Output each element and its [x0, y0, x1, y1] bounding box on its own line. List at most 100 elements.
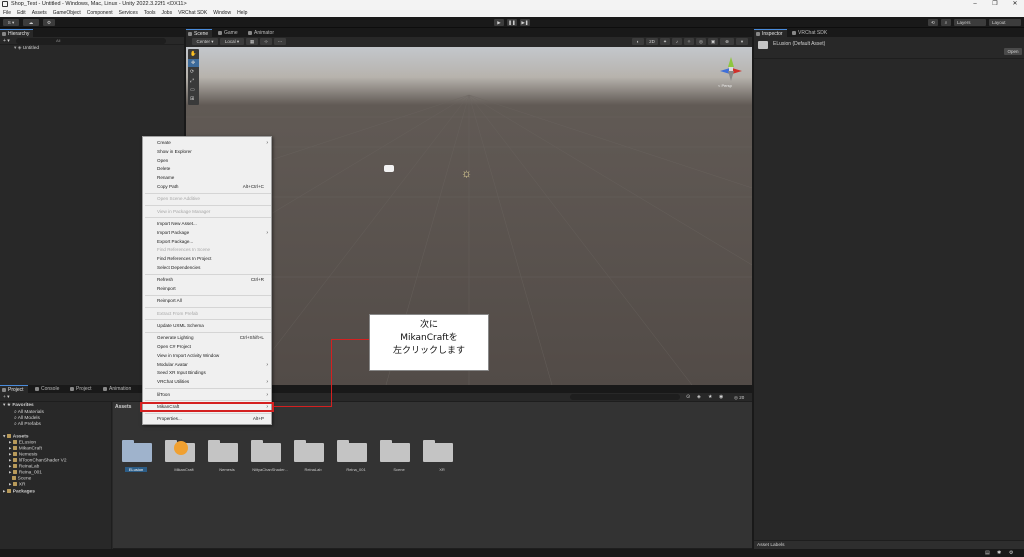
add-icon[interactable]: + ▾ [3, 38, 10, 44]
tree-folder-scene[interactable]: Scene [9, 476, 31, 481]
shading-mode-icon[interactable]: ◐ [632, 38, 644, 45]
menu-item-select-dependencies[interactable]: Select Dependencies [143, 264, 273, 272]
tree-folder-mikancraft[interactable]: ▸ MikanCraft [9, 446, 42, 451]
menu-item-view-in-import-activity-window[interactable]: View in Import Activity Window [143, 352, 273, 360]
pivot-dropdown[interactable]: Center ▾ [192, 38, 218, 45]
asset-folder-mikancraft[interactable]: MikanCraft [156, 437, 195, 479]
layout-dropdown[interactable]: Layout [989, 19, 1021, 26]
lighting-icon[interactable]: ✦ [660, 38, 670, 45]
menu-item-generate-lighting[interactable]: Generate Lighting Ctrl+Shift+L [143, 334, 273, 342]
hierarchy-scene-item[interactable]: ▾ ◈ Untitled [14, 46, 39, 51]
tab-console[interactable]: Console [33, 385, 63, 393]
history-icon[interactable]: ⟲ [928, 19, 938, 26]
menu-tools[interactable]: Tools [144, 10, 156, 16]
tab-animation[interactable]: Animation [101, 385, 135, 393]
search-icon[interactable]: ⌕ [941, 19, 951, 26]
hidden-packages-icon[interactable]: ◉ [719, 394, 723, 400]
menu-item-import-package[interactable]: Import Package › [143, 229, 273, 237]
hand-tool-icon[interactable]: ✋ [190, 51, 196, 57]
hidden-objects-icon[interactable]: ◎ [696, 38, 706, 45]
menu-item-reimport-all[interactable]: Reimport All [143, 297, 273, 305]
menu-services[interactable]: Services [119, 10, 138, 16]
gizmos-icon[interactable]: ⊕ [720, 38, 734, 45]
effects-icon[interactable]: ✧ [684, 38, 694, 45]
cloud-icon[interactable]: ☁ [23, 19, 39, 26]
layers-dropdown[interactable]: Layers [954, 19, 986, 26]
camera-gizmo-icon[interactable] [384, 165, 394, 172]
rotate-tool-icon[interactable]: ⟳ [190, 69, 194, 75]
menu-item-update-uxml-schema[interactable]: Update UXML Schema [143, 322, 273, 330]
audio-icon[interactable]: ♪ [672, 38, 682, 45]
packages-root[interactable]: ▸ Packages [3, 489, 35, 494]
favorite-all-prefabs[interactable]: ⌕ All Prefabs [14, 421, 41, 427]
favorite-icon[interactable]: ★ [708, 394, 712, 400]
menu-item-open[interactable]: Open [143, 157, 273, 165]
grid-snap-icon[interactable]: ▦ [246, 38, 258, 45]
rect-tool-icon[interactable]: ▭ [190, 87, 195, 93]
tree-folder-liltoon[interactable]: ▸ lilToonChanShader V2 [9, 458, 66, 463]
progress-icon[interactable]: ▤ [985, 550, 990, 556]
hierarchy-search-input[interactable]: All [16, 38, 166, 44]
menu-jobs[interactable]: Jobs [162, 10, 173, 16]
settings-icon[interactable]: ⚙ [1009, 550, 1013, 556]
tree-folder-reina001[interactable]: ▸ Reina_001 [9, 470, 42, 475]
asset-folder-reina001[interactable]: Reina_001 [328, 437, 367, 479]
view-2d-button[interactable]: 2D [646, 38, 658, 45]
tab-project-2[interactable]: Project [68, 385, 96, 393]
menu-item-show-in-explorer[interactable]: Show in Explorer [143, 148, 273, 156]
menu-item-reimport[interactable]: Reimport [143, 285, 273, 293]
menu-vrchat-sdk[interactable]: VRChat SDK [178, 10, 207, 16]
menu-assets[interactable]: Assets [32, 10, 47, 16]
play-icon[interactable]: ▶ [494, 19, 504, 26]
search-by-type-icon[interactable]: ⊙ [686, 394, 690, 400]
menu-help[interactable]: Help [237, 10, 247, 16]
minimize-button[interactable]: – [968, 0, 982, 9]
asset-folder-niitya[interactable]: NiityaChanShader... [242, 437, 288, 479]
project-search-input[interactable] [570, 394, 680, 400]
move-tool-icon[interactable]: ✥ [188, 59, 199, 67]
close-button[interactable]: ✕ [1008, 0, 1022, 9]
menu-item-open-c-project[interactable]: Open C# Project [143, 343, 273, 351]
increment-icon[interactable]: ⋯ [274, 38, 286, 45]
asset-folder-elusion[interactable]: ELusion [113, 437, 152, 479]
menu-item-properties[interactable]: Properties... Alt+P [143, 415, 273, 423]
menu-item-liltoon[interactable]: lilToon › [143, 391, 273, 399]
tab-game[interactable]: Game [216, 29, 242, 37]
project-add-button[interactable]: + ▾ [3, 395, 10, 400]
menu-file[interactable]: File [3, 10, 11, 16]
menu-window[interactable]: Window [213, 10, 231, 16]
tab-scene[interactable]: Scene [186, 29, 213, 37]
tab-inspector[interactable]: Inspector [754, 29, 787, 37]
favorites-header[interactable]: ▾ ★ Favorites [3, 403, 34, 408]
tree-folder-elusion[interactable]: ▸ ELusion [9, 440, 36, 445]
menu-item-rename[interactable]: Rename [143, 174, 273, 182]
menu-item-vrchat-utilities[interactable]: VRChat Utilities › [143, 378, 273, 386]
menu-edit[interactable]: Edit [17, 10, 26, 16]
transform-tool-icon[interactable]: ⊞ [190, 96, 194, 102]
menu-item-refresh[interactable]: Refresh Ctrl+R [143, 276, 273, 284]
account-button[interactable]: S ▾ [3, 19, 19, 26]
snap-icon[interactable]: ⊹ [260, 38, 272, 45]
asset-folder-scene[interactable]: Scene [371, 437, 410, 479]
orientation-gizmo[interactable]: < Persp [716, 53, 746, 88]
menu-item-import-new-asset[interactable]: Import New Asset... [143, 220, 273, 228]
menu-item-export-package[interactable]: Export Package... [143, 238, 273, 246]
step-icon[interactable]: ▶❚ [520, 19, 530, 26]
menu-item-modular-avatar[interactable]: Modular Avatar › [143, 361, 273, 369]
open-button[interactable]: Open [1004, 48, 1022, 55]
directional-light-icon[interactable]: ☼ [461, 166, 472, 180]
menu-component[interactable]: Component [87, 10, 113, 16]
menu-item-create[interactable]: Create › [143, 139, 273, 147]
menu-item-seed-xr-input-bindings[interactable]: Seed XR Input Bindings [143, 369, 273, 377]
tab-animator[interactable]: Animator [246, 29, 278, 37]
assets-root[interactable]: ▾ Assets [3, 434, 28, 439]
asset-folder-xr[interactable]: XR [414, 437, 453, 479]
asset-folder-reinalab[interactable]: ReinaLab [285, 437, 324, 479]
camera-icon[interactable]: ▣ [708, 38, 718, 45]
menu-item-delete[interactable]: Delete [143, 165, 273, 173]
collab-icon[interactable]: ⚙ [43, 19, 55, 26]
tab-vrchat-sdk[interactable]: VRChat SDK [790, 29, 831, 37]
asset-folder-nemesis[interactable]: Nemesis [199, 437, 238, 479]
tree-folder-reinalab[interactable]: ▸ ReinaLab [9, 464, 39, 469]
menu-item-copy-path[interactable]: Copy Path Alt+Ctrl+C [143, 183, 273, 191]
